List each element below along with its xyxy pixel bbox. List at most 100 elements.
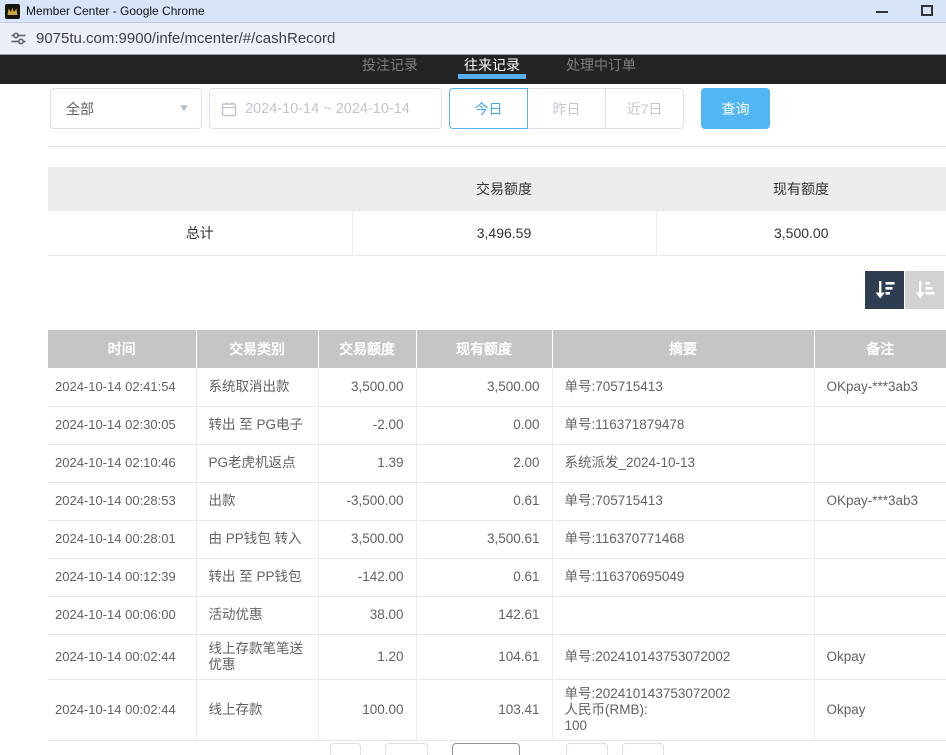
cell-balance: 103.41 [416, 679, 552, 740]
cell-category: 线上存款 [196, 679, 318, 740]
cell-amount: 100.00 [318, 679, 416, 740]
cell-time: 2024-10-14 00:06:00 [48, 596, 196, 634]
cell-category: 活动优惠 [196, 596, 318, 634]
maximize-icon[interactable] [921, 5, 933, 16]
sort-ascending-icon [913, 278, 937, 302]
header-note: 备注 [814, 330, 946, 368]
table-row: 2024-10-14 00:28:53 出款 -3,500.00 0.61 单号… [48, 482, 946, 520]
tab-cash-records[interactable]: 往来记录 [460, 55, 524, 84]
cell-summary: 单号:705715413 [552, 368, 814, 406]
header-summary: 摘要 [552, 330, 814, 368]
window-title: Member Center - Google Chrome [26, 0, 205, 22]
cell-amount: 1.20 [318, 634, 416, 679]
cell-note [814, 444, 946, 482]
cell-summary: 单号:202410143753072002 人民币(RMB): 100 [552, 679, 814, 740]
today-button[interactable]: 今日 [449, 88, 528, 129]
table-row: 2024-10-14 02:30:05 转出 至 PG电子 -2.00 0.00… [48, 406, 946, 444]
cell-note [814, 558, 946, 596]
record-navbar: 投注记录 往来记录 处理中订单 [0, 55, 946, 84]
cell-note: Okpay [814, 634, 946, 679]
cell-summary: 系统派发_2024-10-13 [552, 444, 814, 482]
summary-header-transaction: 交易额度 [352, 167, 656, 211]
yesterday-button[interactable]: 昨日 [527, 88, 606, 129]
last7days-button[interactable]: 近7日 [605, 88, 684, 129]
table-row: 2024-10-14 02:41:54 系统取消出款 3,500.00 3,50… [48, 368, 946, 406]
cell-summary [552, 596, 814, 634]
tab-bet-records[interactable]: 投注记录 [358, 55, 422, 84]
cell-amount: -3,500.00 [318, 482, 416, 520]
filter-bar: 全部 ▼ 2024-10-14 ~ 2024-10-14 今日 昨日 近7日 查… [50, 88, 770, 129]
summary-balance-total: 3,500.00 [656, 211, 946, 255]
sort-descending-button[interactable] [865, 271, 904, 309]
pagination-button[interactable] [330, 743, 361, 755]
cell-summary: 单号:116370695049 [552, 558, 814, 596]
cell-category: 转出 至 PG电子 [196, 406, 318, 444]
cell-note: OKpay-***3ab3 [814, 368, 946, 406]
summary-total-label: 总计 [48, 211, 352, 255]
cell-time: 2024-10-14 02:41:54 [48, 368, 196, 406]
cell-note: OKpay-***3ab3 [814, 482, 946, 520]
date-range-value: 2024-10-14 ~ 2024-10-14 [245, 101, 410, 117]
header-balance: 现有额度 [416, 330, 552, 368]
cell-category: 系统取消出款 [196, 368, 318, 406]
cell-summary: 单号:705715413 [552, 482, 814, 520]
table-row: 2024-10-14 00:12:39 转出 至 PP钱包 -142.00 0.… [48, 558, 946, 596]
address-bar[interactable]: 9075tu.com:9900/infe/mcenter/#/cashRecor… [0, 22, 946, 55]
summary-total-row: 总计 3,496.59 3,500.00 [48, 211, 946, 255]
cell-category: 由 PP钱包 转入 [196, 520, 318, 558]
site-favicon [5, 4, 20, 19]
transactions-body: 2024-10-14 02:41:54 系统取消出款 3,500.00 3,50… [48, 368, 946, 740]
cell-amount: 3,500.00 [318, 520, 416, 558]
cell-balance: 2.00 [416, 444, 552, 482]
header-category: 交易类别 [196, 330, 318, 368]
cell-time: 2024-10-14 00:28:01 [48, 520, 196, 558]
pagination-button[interactable] [622, 743, 664, 755]
tab-pending-orders[interactable]: 处理中订单 [562, 55, 640, 84]
table-row: 2024-10-14 00:28:01 由 PP钱包 转入 3,500.00 3… [48, 520, 946, 558]
summary-transaction-total: 3,496.59 [352, 211, 656, 255]
type-select[interactable]: 全部 ▼ [50, 88, 202, 129]
summary-header-row: 交易额度 现有额度 [48, 167, 946, 211]
transactions-table: 时间 交易类别 交易额度 现有额度 摘要 备注 2024-10-14 02:41… [48, 330, 946, 741]
cell-amount: -142.00 [318, 558, 416, 596]
cell-time: 2024-10-14 02:10:46 [48, 444, 196, 482]
cell-time: 2024-10-14 00:02:44 [48, 634, 196, 679]
cell-balance: 3,500.61 [416, 520, 552, 558]
cell-time: 2024-10-14 00:28:53 [48, 482, 196, 520]
header-amount: 交易额度 [318, 330, 416, 368]
type-select-value: 全部 [66, 99, 94, 119]
cell-summary: 单号:116370771468 [552, 520, 814, 558]
pagination-button[interactable] [566, 743, 608, 755]
cell-amount: 38.00 [318, 596, 416, 634]
window-controls [876, 0, 946, 22]
pagination-button[interactable] [385, 743, 428, 755]
sort-descending-icon [873, 278, 897, 302]
cell-summary: 单号:116371879478 [552, 406, 814, 444]
minimize-icon[interactable] [876, 11, 888, 13]
cell-balance: 104.61 [416, 634, 552, 679]
cell-time: 2024-10-14 00:02:44 [48, 679, 196, 740]
cell-balance: 3,500.00 [416, 368, 552, 406]
pagination [0, 743, 946, 755]
cell-note: Okpay [814, 679, 946, 740]
date-range-input[interactable]: 2024-10-14 ~ 2024-10-14 [209, 88, 442, 129]
cell-balance: 0.61 [416, 482, 552, 520]
pagination-button[interactable] [452, 743, 520, 755]
header-time: 时间 [48, 330, 196, 368]
table-row: 2024-10-14 00:02:44 线上存款笔笔送优惠 1.20 104.6… [48, 634, 946, 679]
url-text[interactable]: 9075tu.com:9900/infe/mcenter/#/cashRecor… [36, 30, 335, 47]
record-tabs: 投注记录 往来记录 处理中订单 [26, 55, 946, 84]
site-settings-icon[interactable] [10, 30, 27, 47]
summary-header-balance: 现有额度 [656, 167, 946, 211]
cell-amount: 3,500.00 [318, 368, 416, 406]
cell-category: 线上存款笔笔送优惠 [196, 634, 318, 679]
cell-category: PG老虎机返点 [196, 444, 318, 482]
cell-category: 出款 [196, 482, 318, 520]
sort-ascending-button[interactable] [905, 271, 944, 309]
search-button[interactable]: 查询 [701, 88, 770, 129]
chevron-down-icon: ▼ [178, 103, 191, 114]
cell-note [814, 520, 946, 558]
summary-table: 交易额度 现有额度 总计 3,496.59 3,500.00 [48, 167, 946, 256]
window-titlebar: Member Center - Google Chrome [0, 0, 946, 22]
cell-balance: 0.61 [416, 558, 552, 596]
